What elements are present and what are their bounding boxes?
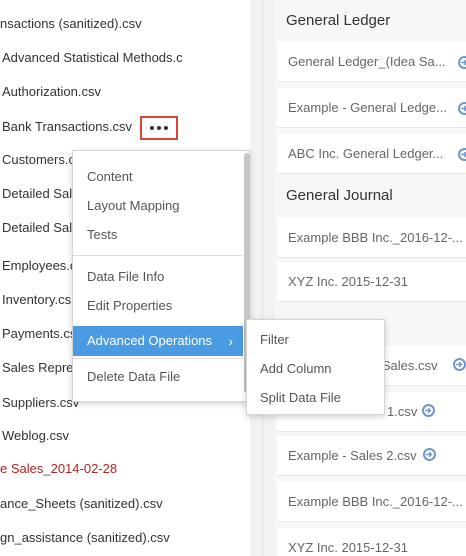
- data-file-card[interactable]: XYZ Inc. 2015-12-31: [277, 262, 466, 302]
- file-name: Sales Repre: [2, 360, 74, 375]
- file-item[interactable]: Inventory.cs: [2, 290, 71, 310]
- divider-line: [262, 0, 263, 556]
- menu-item-delete-data-file[interactable]: Delete Data File: [73, 362, 243, 392]
- arrow-right-circle-icon[interactable]: [458, 102, 466, 115]
- file-item[interactable]: Detailed Sal: [2, 184, 72, 204]
- file-item[interactable]: Authorization.csv: [2, 82, 101, 102]
- file-name: Payments.cs: [2, 326, 77, 341]
- section-title-general-ledger: General Ledger: [286, 12, 391, 29]
- file-item[interactable]: Sales Repre: [2, 358, 74, 378]
- context-menu: Content Layout Mapping Tests Data File I…: [72, 150, 250, 402]
- data-file-card[interactable]: Example BBB Inc._2016-12-...: [277, 218, 466, 258]
- card-label: Example - General Ledge...: [288, 100, 447, 115]
- section-title-general-journal: General Journal: [286, 187, 393, 204]
- file-name: Bank Transactions.csv: [2, 119, 133, 134]
- arrow-right-circle-icon[interactable]: [458, 148, 466, 161]
- file-name: Authorization.csv: [2, 84, 101, 99]
- menu-item-layout-mapping[interactable]: Layout Mapping: [73, 191, 243, 221]
- file-name: gn_assistance (sanitized).csv: [0, 530, 170, 545]
- file-name: Detailed Sal: [2, 220, 73, 235]
- card-label: General Ledger_(Idea Sa...: [288, 54, 446, 69]
- file-item-highlighted[interactable]: e Sales_2014-02-28: [0, 459, 117, 479]
- file-item[interactable]: Payments.cs: [2, 324, 76, 344]
- file-name: Employees.c: [2, 258, 77, 273]
- arrow-right-circle-icon[interactable]: [458, 56, 466, 69]
- file-item[interactable]: nsactions (sanitized).csv: [0, 14, 142, 34]
- advanced-operations-submenu: Filter Add Column Split Data File: [246, 319, 385, 415]
- card-label: 1.csv: [387, 404, 418, 419]
- file-item[interactable]: Detailed Sal: [2, 218, 72, 238]
- menu-item-edit-properties[interactable]: Edit Properties: [73, 291, 243, 321]
- menu-item-advanced-operations[interactable]: Advanced Operations ›: [73, 326, 243, 356]
- menu-item-content[interactable]: Content: [73, 162, 243, 192]
- card-label: ABC Inc. General Ledger...: [288, 146, 444, 161]
- file-item[interactable]: gn_assistance (sanitized).csv: [0, 528, 170, 548]
- file-name: nsactions (sanitized).csv: [0, 16, 142, 31]
- chevron-right-icon: ›: [228, 333, 233, 349]
- data-file-card[interactable]: General Ledger_(Idea Sa...: [277, 42, 466, 82]
- data-file-card[interactable]: XYZ Inc. 2015-12-31: [277, 528, 466, 556]
- file-item-selected[interactable]: Bank Transactions.csv: [2, 117, 132, 137]
- arrow-right-circle-icon[interactable]: [453, 358, 466, 371]
- file-name: Advanced Statistical Methods.c: [2, 50, 183, 65]
- data-file-card[interactable]: ABC Inc. General Ledger...: [277, 134, 466, 174]
- app-root: nsactions (sanitized).csv Advanced Stati…: [0, 0, 466, 556]
- file-name: Suppliers.csv: [2, 395, 80, 410]
- arrow-right-circle-icon[interactable]: [423, 448, 436, 461]
- data-file-card[interactable]: Example BBB Inc._2016-12-...: [277, 482, 466, 522]
- file-item[interactable]: Advanced Statistical Methods.c: [2, 48, 183, 68]
- file-name: Inventory.cs: [2, 292, 72, 307]
- card-label: XYZ Inc. 2015-12-31: [288, 274, 408, 289]
- data-file-card[interactable]: Example - General Ledge...: [277, 88, 466, 128]
- file-name: Customers.c: [2, 152, 75, 167]
- file-item[interactable]: Weblog.csv: [2, 426, 69, 446]
- data-file-card[interactable]: Example - Sales 2.csv: [277, 436, 466, 476]
- more-horizontal-icon: [150, 126, 168, 130]
- file-item[interactable]: Employees.c: [2, 256, 76, 276]
- file-item[interactable]: ance_Sheets (sanitized).csv: [0, 494, 163, 514]
- file-name: e Sales_2014-02-28: [0, 461, 118, 476]
- submenu-item-split-data-file[interactable]: Split Data File: [247, 384, 384, 412]
- card-label: Example - Sales 2.csv: [288, 448, 417, 463]
- file-item[interactable]: Customers.c: [2, 150, 75, 170]
- card-label: XYZ Inc. 2015-12-31: [288, 540, 408, 555]
- menu-item-data-file-info[interactable]: Data File Info: [73, 262, 243, 292]
- file-item[interactable]: Suppliers.csv: [2, 393, 79, 413]
- submenu-item-add-column[interactable]: Add Column: [247, 355, 384, 383]
- more-options-button[interactable]: [140, 116, 178, 140]
- submenu-item-filter[interactable]: Filter: [247, 326, 384, 354]
- menu-divider: [73, 358, 243, 359]
- menu-item-tests[interactable]: Tests: [73, 220, 243, 250]
- file-name: ance_Sheets (sanitized).csv: [0, 496, 163, 511]
- arrow-right-circle-icon[interactable]: [422, 404, 435, 417]
- menu-item-label: Advanced Operations: [87, 333, 213, 348]
- file-name: Detailed Sal: [2, 186, 73, 201]
- card-label: Example BBB Inc._2016-12-...: [288, 494, 463, 509]
- menu-divider: [73, 255, 243, 256]
- card-label: Example BBB Inc._2016-12-...: [288, 230, 463, 245]
- file-name: Weblog.csv: [2, 428, 69, 443]
